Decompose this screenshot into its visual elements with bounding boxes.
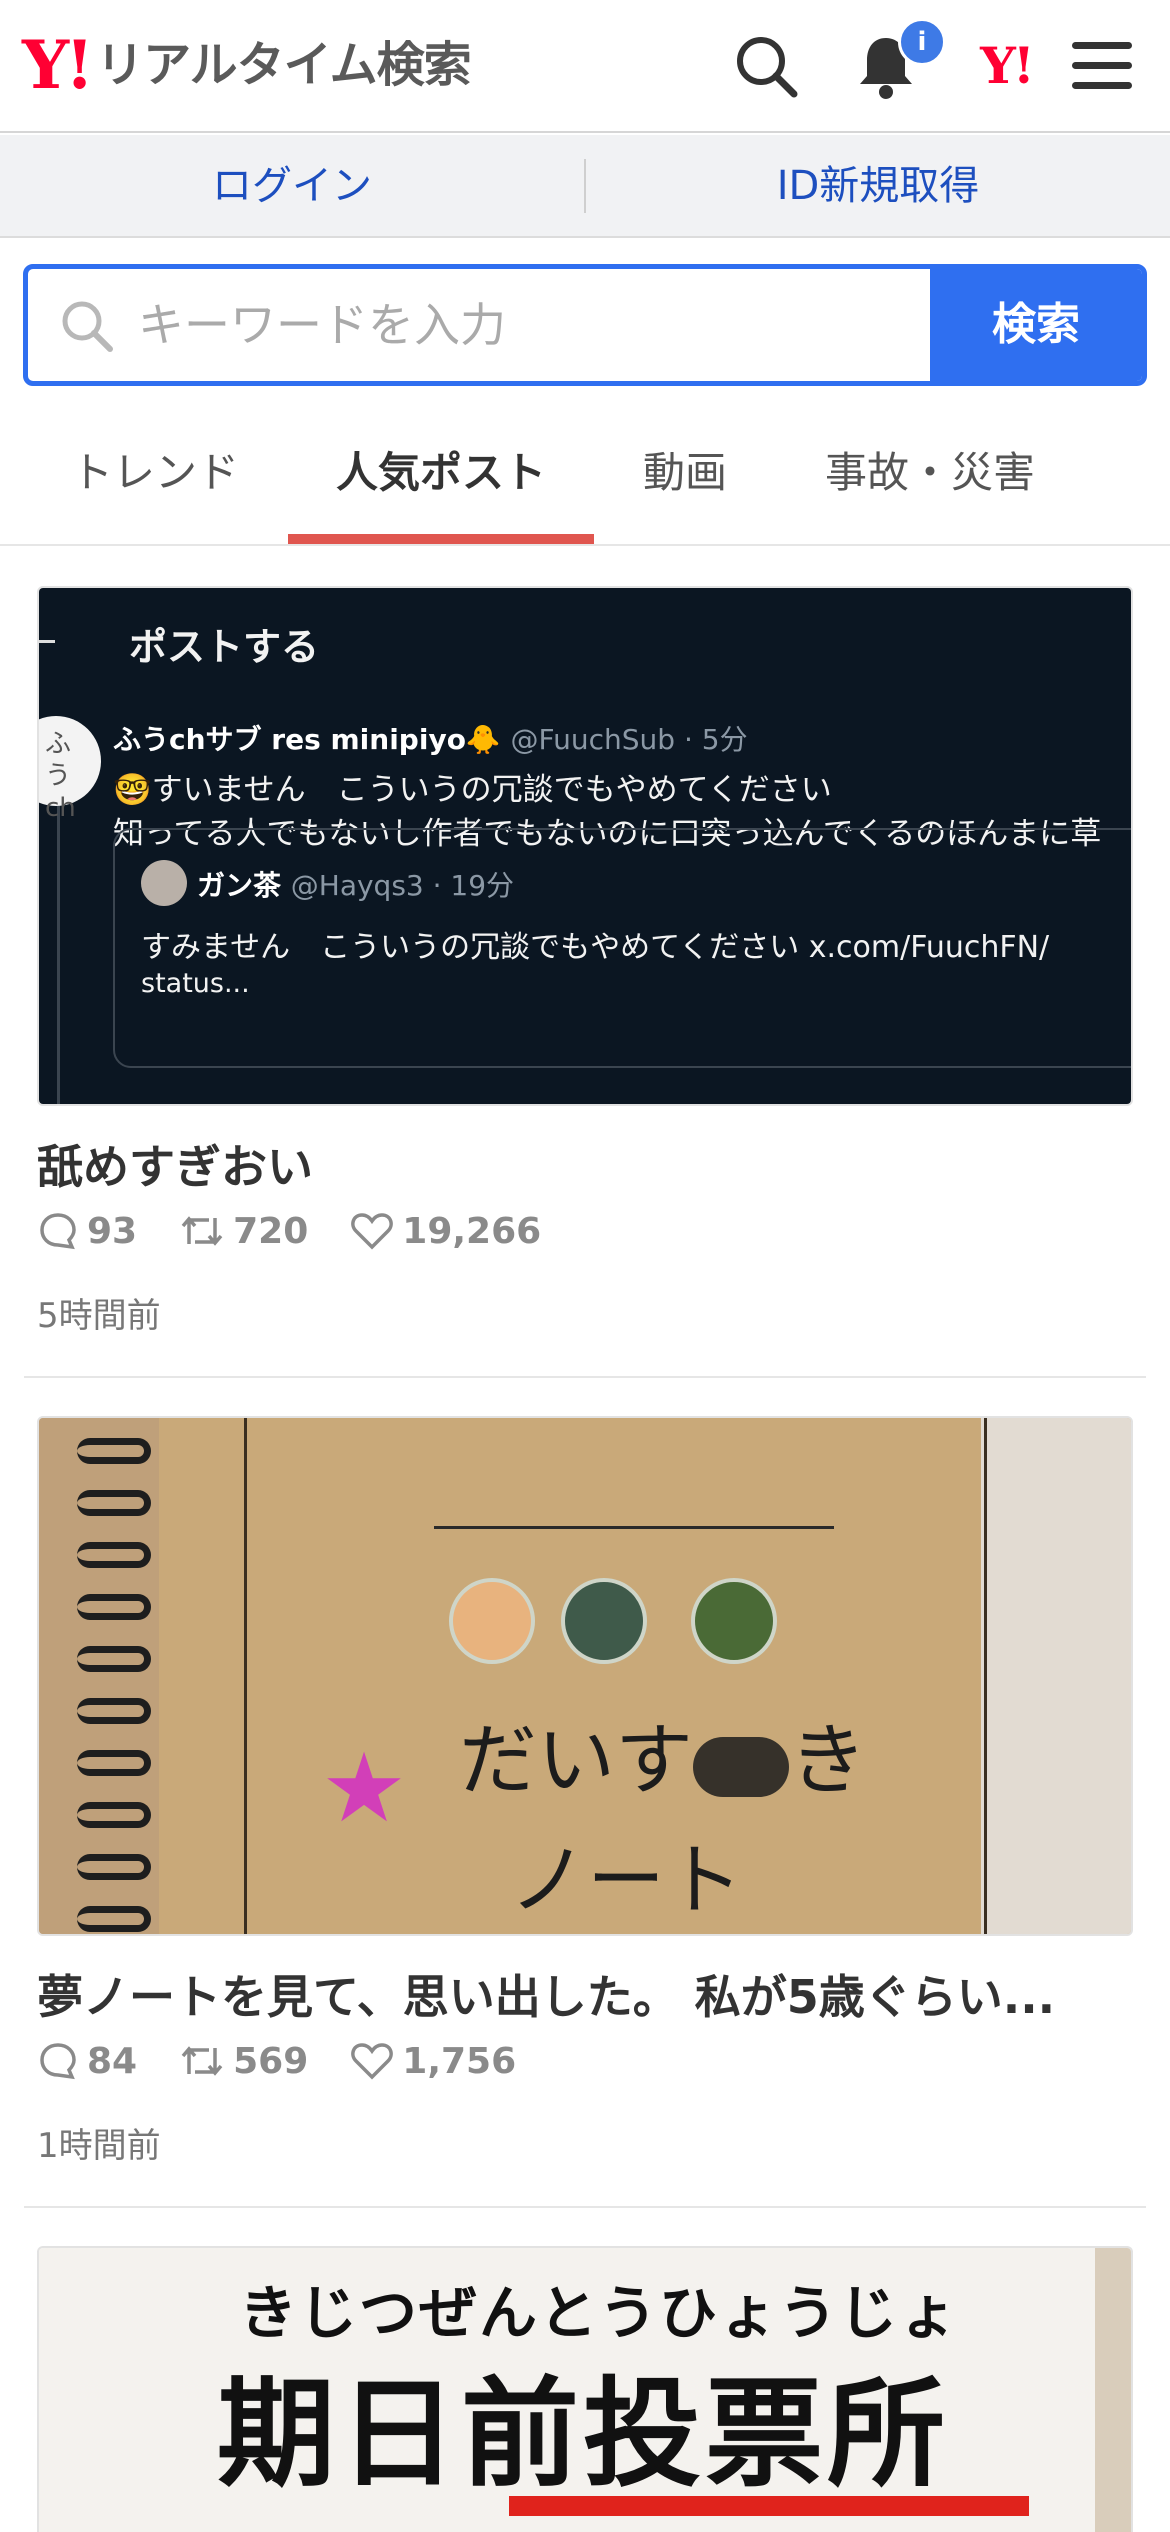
heart-icon <box>351 2043 394 2080</box>
scribble <box>693 1736 790 1797</box>
cover-border <box>984 1418 987 1934</box>
handwriting-text-end: き <box>789 1716 868 1806</box>
spiral-ring <box>77 1906 151 1932</box>
repost-count: 569 <box>179 2040 308 2082</box>
notification-badge: i <box>898 18 946 66</box>
author-line: ふうchサブ res minipiyo🐥 @FuuchSub · 5分 <box>113 718 748 758</box>
post-time: 1時間前 <box>37 2126 161 2166</box>
red-arrow-icon <box>509 2496 1029 2516</box>
signup-link[interactable]: ID新規取得 <box>586 135 1170 238</box>
post-card[interactable]: ★ だいす き ノート 夢ノートを見て、思い出した。 私が5歳ぐらい... 84 … <box>24 1416 1146 2208</box>
handwriting-line1: だいす き <box>459 1698 867 1810</box>
like-count-value: 19,266 <box>402 1210 542 1252</box>
tweet-screenshot: ポストする ふう ch ふうchサブ res minipiyo🐥 @FuuchS… <box>39 588 1131 1104</box>
hamburger-menu-icon[interactable] <box>1066 30 1138 102</box>
post-stats: 84 569 1,756 <box>37 2036 558 2086</box>
spiral-ring <box>77 1542 151 1568</box>
spiral-ring <box>77 1438 151 1464</box>
avatar: ふう ch <box>39 716 101 823</box>
rabbit-sticker-icon <box>691 1578 777 1664</box>
quote-handle: @Hayqs3 · 19分 <box>290 869 515 902</box>
spiral-ring <box>77 1750 151 1776</box>
heart-icon <box>351 1213 394 1250</box>
tab-trend[interactable]: トレンド <box>30 410 280 544</box>
quote-author-line: ガン茶 @Hayqs3 · 19分 <box>197 864 514 904</box>
quote-text-line2: status... <box>141 968 250 999</box>
handwritten-line <box>434 1526 834 1529</box>
reply-count-value: 84 <box>87 2040 138 2082</box>
handwriting-line2: ノート <box>509 1836 744 1926</box>
screenshot-header: ポストする <box>129 625 320 669</box>
divider <box>24 1376 1146 1378</box>
author-handle: @FuuchSub · 5分 <box>510 723 748 756</box>
repost-icon <box>181 2046 223 2076</box>
spiral-ring <box>77 1646 151 1672</box>
post-title[interactable]: 舐めすぎおい <box>37 1131 1127 1197</box>
star-sticker-icon: ★ <box>321 1732 408 1844</box>
repost-count-value: 720 <box>233 1210 309 1252</box>
handwriting-text: だいす <box>459 1716 694 1806</box>
quoted-tweet: ガン茶 @Hayqs3 · 19分 すみません こういうの冗談でもやめてください… <box>113 828 1131 1068</box>
logo-title: リアルタイム検索 <box>96 37 472 93</box>
reply-count-value: 93 <box>87 1210 138 1252</box>
quote-avatar <box>141 860 187 906</box>
notebook-photo: ★ だいす き ノート <box>39 1418 1131 1934</box>
reply-icon <box>40 1213 76 1250</box>
quote-author: ガン茶 <box>197 869 282 902</box>
yahoo-japan-icon[interactable]: Y! <box>968 36 1044 96</box>
post-card[interactable]: きじつぜんとうひょうじょ 期日前投票所 <box>24 2246 1146 2532</box>
back-arrow-icon <box>39 640 55 643</box>
spiral-ring <box>77 1802 151 1828</box>
search-button[interactable]: 検索 <box>930 269 1142 381</box>
login-link[interactable]: ログイン <box>0 135 584 238</box>
tab-videos[interactable]: 動画 <box>600 410 770 544</box>
avatar-text: ふう ch <box>45 729 76 823</box>
like-count: 1,756 <box>350 2040 516 2082</box>
post-image[interactable]: きじつぜんとうひょうじょ 期日前投票所 <box>37 2246 1133 2532</box>
post-image[interactable]: ★ だいす き ノート <box>37 1416 1133 1936</box>
search-field-icon <box>56 295 118 357</box>
pig-sticker-icon <box>449 1578 535 1664</box>
quote-text-line1: すみません こういうの冗談でもやめてください x.com/FuuchFN/ <box>141 930 1050 965</box>
cloth-background <box>981 1418 1131 1934</box>
category-tabs: トレンド 人気ポスト 動画 事故・災害 <box>0 410 1170 546</box>
reply-icon <box>40 2043 76 2080</box>
repost-count-value: 569 <box>233 2040 309 2082</box>
tab-popular-posts[interactable]: 人気ポスト <box>288 410 594 544</box>
sign-title: 期日前投票所 <box>217 2365 950 2503</box>
repost-count: 720 <box>179 1210 308 1252</box>
post-stats: 93 720 19,266 <box>37 1206 583 1256</box>
search-icon[interactable] <box>730 30 802 102</box>
animal-sticker-icon <box>561 1578 647 1664</box>
yahoo-logo-mark: Y! <box>22 26 94 104</box>
post-card[interactable]: ポストする ふう ch ふうchサブ res minipiyo🐥 @FuuchS… <box>24 586 1146 1378</box>
search-box: 検索 <box>23 264 1147 386</box>
author-name: ふうchサブ res minipiyo🐥 <box>113 723 501 756</box>
active-tab-indicator <box>288 534 594 544</box>
reply-count: 84 <box>37 2040 137 2082</box>
post-time: 5時間前 <box>37 1296 161 1336</box>
tab-accidents-disasters[interactable]: 事故・災害 <box>790 410 1070 544</box>
spiral-ring <box>77 1698 151 1724</box>
spiral-ring <box>77 1854 151 1880</box>
app-header: Y! リアルタイム検索 i Y! <box>0 0 1170 133</box>
yahoo-realtime-logo[interactable]: Y! リアルタイム検索 <box>22 26 472 104</box>
post-title[interactable]: 夢ノートを見て、思い出した。 私が5歳ぐらい... <box>37 1961 1127 2027</box>
spiral-ring <box>77 1594 151 1620</box>
spiral-ring <box>77 1490 151 1516</box>
like-count-value: 1,756 <box>402 2040 517 2082</box>
post-image[interactable]: ポストする ふう ch ふうchサブ res minipiyo🐥 @FuuchS… <box>37 586 1133 1106</box>
search-input[interactable] <box>138 269 938 381</box>
repost-icon <box>181 1216 223 1246</box>
tweet-text-line1: 🤓すいません こういうの冗談でもやめてください <box>113 772 832 808</box>
polling-station-sign-photo: きじつぜんとうひょうじょ 期日前投票所 <box>39 2248 1131 2532</box>
divider <box>24 2206 1146 2208</box>
cover-border <box>244 1418 247 1934</box>
like-count: 19,266 <box>350 1210 541 1252</box>
reply-count: 93 <box>37 1210 137 1252</box>
login-bar: ログイン ID新規取得 <box>0 135 1170 238</box>
background-wall <box>1095 2248 1131 2532</box>
